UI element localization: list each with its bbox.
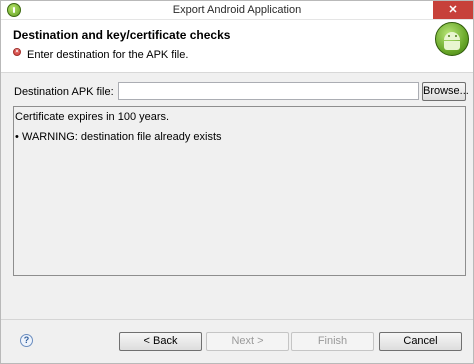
warning-text: WARNING: destination file already exists — [22, 131, 222, 143]
header-message: Enter destination for the APK file. — [27, 49, 189, 61]
cancel-button[interactable]: Cancel — [379, 332, 462, 351]
browse-button[interactable]: Browse... — [422, 82, 469, 101]
close-icon[interactable]: ✕ — [433, 1, 473, 19]
droid-body — [444, 41, 460, 50]
window-title: Export Android Application — [172, 4, 302, 16]
error-icon: × — [13, 48, 21, 56]
next-button[interactable]: Next > — [206, 332, 289, 351]
android-banner-icon — [435, 22, 469, 56]
help-icon[interactable]: ? — [20, 334, 33, 347]
destination-apk-input[interactable] — [118, 82, 419, 100]
destination-label: Destination APK file: — [14, 86, 114, 98]
droid-head — [444, 32, 460, 40]
droid-eye-right — [455, 35, 457, 37]
certificate-expiry-text: Certificate expires in 100 years. — [15, 111, 170, 123]
finish-button[interactable]: Finish — [291, 332, 374, 351]
footer-separator — [1, 319, 473, 320]
title-bar[interactable]: Export Android Application ✕ — [1, 1, 473, 20]
wizard-header: Destination and key/certificate checks ×… — [1, 20, 473, 73]
bullet: • — [15, 131, 19, 143]
message-panel: Certificate expires in 100 years. • WARN… — [13, 106, 466, 276]
page-title: Destination and key/certificate checks — [13, 28, 231, 42]
droid-eye-left — [448, 35, 450, 37]
export-dialog: Export Android Application ✕ Destination… — [0, 0, 474, 364]
back-button[interactable]: < Back — [119, 332, 202, 351]
